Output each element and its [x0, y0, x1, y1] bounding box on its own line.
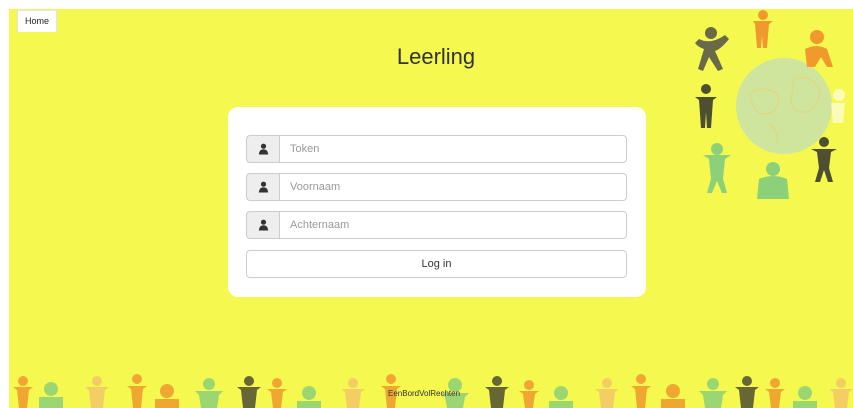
login-button[interactable]: Log in	[246, 250, 627, 278]
home-tab[interactable]: Home	[17, 10, 57, 32]
last-name-input[interactable]	[279, 211, 627, 239]
user-icon	[246, 211, 279, 239]
page: Home Leerling Token Voornaam Achternaam …	[0, 0, 853, 408]
user-icon	[246, 173, 279, 201]
token-input[interactable]	[279, 135, 627, 163]
first-name-input[interactable]	[279, 173, 627, 201]
last-name-input-group	[246, 211, 627, 239]
footer-brand-text: EenBordVolRechten	[388, 389, 461, 398]
token-input-group	[246, 135, 627, 163]
page-title: Leerling	[396, 44, 476, 69]
first-name-input-group	[246, 173, 627, 201]
login-panel: Log in	[228, 107, 646, 297]
user-icon	[246, 135, 279, 163]
